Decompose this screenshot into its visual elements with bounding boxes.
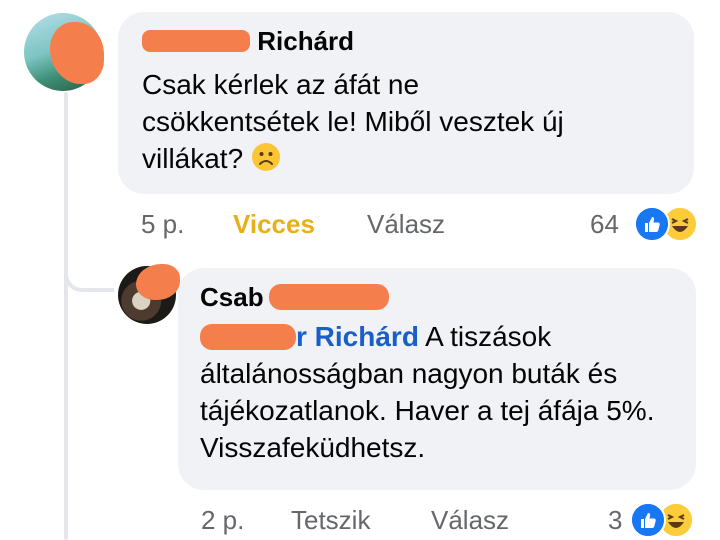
haha-reaction-button[interactable]: Vicces bbox=[233, 209, 315, 240]
mention-tag[interactable]: r Richárd bbox=[200, 321, 419, 352]
comment-text-content: Csak kérlek az áfát ne csökkentsétek le!… bbox=[142, 69, 564, 174]
author-name: Richárd bbox=[257, 26, 355, 56]
reply-button[interactable]: Válasz bbox=[367, 209, 445, 240]
comment-author[interactable]: Csab bbox=[200, 282, 389, 313]
comment-actions: 5 p. Vicces Válasz bbox=[141, 209, 541, 241]
reply-button[interactable]: Válasz bbox=[431, 505, 509, 536]
redaction-mark bbox=[268, 284, 389, 310]
redaction-mark bbox=[142, 30, 250, 52]
thread-line bbox=[64, 92, 68, 540]
comment-bubble: Richárd Csak kérlek az áfát ne csökkents… bbox=[118, 12, 694, 194]
reaction-count[interactable]: 3 bbox=[608, 505, 622, 536]
reaction-count[interactable]: 64 bbox=[590, 209, 619, 240]
comment-text: Csak kérlek az áfát ne csökkentsétek le!… bbox=[142, 66, 572, 177]
like-button[interactable]: Tetszik bbox=[291, 505, 370, 536]
reaction-summary[interactable] bbox=[630, 502, 696, 538]
comment-bubble: Csab r Richárd A tiszások általánosságba… bbox=[178, 268, 696, 490]
reaction-summary[interactable] bbox=[634, 206, 700, 242]
comment-timestamp[interactable]: 2 p. bbox=[201, 505, 244, 536]
redaction-mark bbox=[200, 324, 296, 350]
thread-connector bbox=[64, 240, 114, 292]
comment-actions: 2 p. Tetszik Válasz bbox=[201, 505, 601, 537]
like-icon bbox=[630, 502, 666, 538]
comment-author[interactable]: Richárd bbox=[142, 26, 354, 57]
like-icon bbox=[634, 206, 670, 242]
comment-timestamp[interactable]: 5 p. bbox=[141, 209, 184, 240]
sad-face-emoji bbox=[251, 143, 280, 171]
mention-text: r Richárd bbox=[296, 321, 419, 352]
author-name: Csab bbox=[200, 282, 264, 312]
comment-text: r Richárd A tiszások általánosságban nag… bbox=[200, 318, 670, 466]
